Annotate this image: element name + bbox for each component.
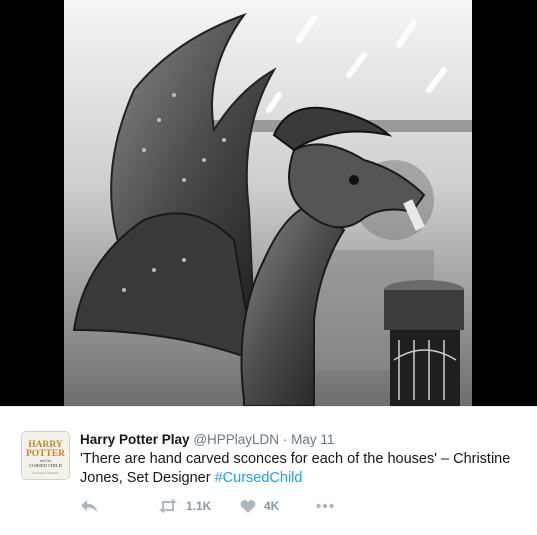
more-button[interactable] xyxy=(316,503,334,509)
retweet-icon xyxy=(158,498,178,514)
svg-text:CURSED CHILD: CURSED CHILD xyxy=(29,463,62,468)
header-separator: · xyxy=(282,432,288,447)
like-count: 4K xyxy=(264,499,280,513)
reply-icon xyxy=(80,498,98,514)
tweet-actions: 1.1K 4K xyxy=(80,495,334,517)
hashtag-link[interactable]: #CursedChild xyxy=(215,470,303,486)
display-name[interactable]: Harry Potter Play xyxy=(80,432,190,447)
retweet-count: 1.1K xyxy=(186,499,212,513)
user-handle[interactable]: @HPPlayLDN xyxy=(193,432,279,447)
tweet-header: Harry Potter Play @HPPlayLDN · May 11 xyxy=(80,431,334,449)
tweet-date[interactable]: May 11 xyxy=(291,432,334,447)
like-button[interactable]: 4K xyxy=(240,499,316,514)
tweet-card: HARRY POTTER and the CURSED CHILD PALACE… xyxy=(0,406,537,535)
heart-icon xyxy=(240,499,256,514)
tweet-media[interactable] xyxy=(0,0,537,406)
more-icon xyxy=(316,503,334,509)
profile-avatar[interactable]: HARRY POTTER and the CURSED CHILD PALACE… xyxy=(21,431,70,480)
svg-text:PALACE THEATRE: PALACE THEATRE xyxy=(32,471,58,475)
dragon-sconce-photo[interactable] xyxy=(64,0,472,406)
retweet-button[interactable]: 1.1K xyxy=(158,498,240,514)
reply-button[interactable] xyxy=(80,498,158,514)
tweet-text: 'There are hand carved sconces for each … xyxy=(80,450,520,488)
